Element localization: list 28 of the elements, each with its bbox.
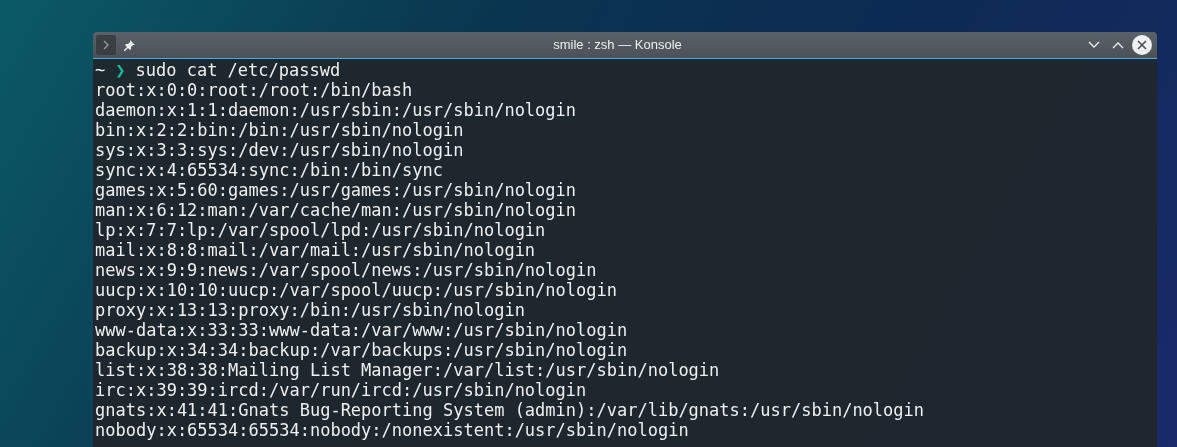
output-line: backup:x:34:34:backup:/var/backups:/usr/sbin/nologin — [95, 340, 628, 360]
close-button[interactable] — [1132, 35, 1152, 55]
output-line: root:x:0:0:root:/root:/bin/bash — [95, 80, 413, 100]
output-line: lp:x:7:7:lp:/var/spool/lpd:/usr/sbin/nologin — [95, 220, 546, 240]
output-line: man:x:6:12:man:/var/cache/man:/usr/sbin/nologin — [95, 200, 577, 220]
output-line: bin:x:2:2:bin:/bin:/usr/sbin/nologin — [95, 120, 464, 140]
output-line: mail:x:8:8:mail:/var/mail:/usr/sbin/nologin — [95, 240, 536, 260]
output-line: www-data:x:33:33:www-data:/var/www:/usr/sbin/nologin — [95, 320, 628, 340]
output-line: news:x:9:9:news:/var/spool/news:/usr/sbin/nologin — [95, 260, 597, 280]
pin-icon — [122, 38, 136, 52]
output-line: uucp:x:10:10:uucp:/var/spool/uucp:/usr/sbin/nologin — [95, 280, 617, 300]
output-line: gnats:x:41:41:Gnats Bug-Reporting System (admin):/var/lib/gnats:/usr/sbin/nologin — [95, 400, 925, 420]
prompt-path: ~ — [95, 60, 106, 80]
output-line: nobody:x:65534:65534:nobody:/nonexistent:/usr/sbin/nologin — [95, 420, 689, 440]
output-line: daemon:x:1:1:daemon:/usr/sbin:/usr/sbin/nologin — [95, 100, 577, 120]
maximize-icon — [1112, 41, 1124, 49]
output-line: games:x:5:60:games:/usr/games:/usr/sbin/nologin — [95, 180, 577, 200]
output-line: sync:x:4:65534:sync:/bin:/bin/sync — [95, 160, 443, 180]
close-icon — [1137, 40, 1147, 50]
output-line: sys:x:3:3:sys:/dev:/usr/sbin/nologin — [95, 140, 464, 160]
minimize-icon — [1088, 41, 1100, 49]
command-text: sudo cat /etc/passwd — [135, 60, 341, 80]
output-line: proxy:x:13:13:proxy:/bin:/usr/sbin/nologin — [95, 300, 525, 320]
prompt-symbol: ❯ — [115, 60, 126, 80]
window-title: smile : zsh — Konsole — [553, 36, 682, 55]
output-line: irc:x:39:39:ircd:/var/run/ircd:/usr/sbin/nologin — [95, 380, 587, 400]
output-line: list:x:38:38:Mailing List Manager:/var/list:/usr/sbin/nologin — [95, 360, 720, 380]
chevron-icon — [102, 40, 110, 50]
